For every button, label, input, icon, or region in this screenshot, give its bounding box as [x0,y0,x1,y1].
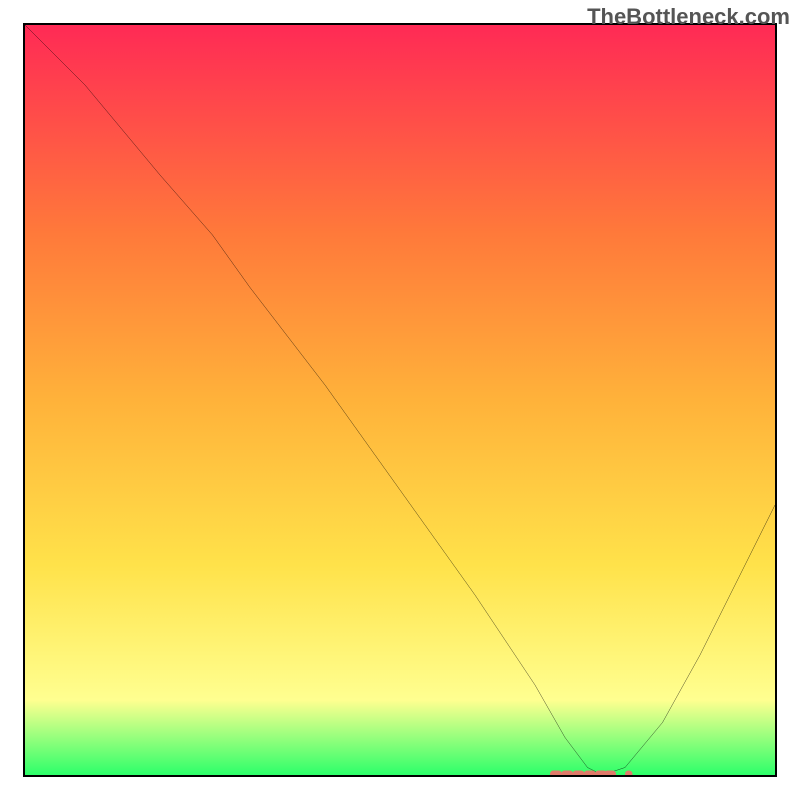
watermark-text: TheBottleneck.com [587,4,790,30]
minimum-marker-group [550,771,633,776]
chart-curve [25,25,775,775]
chart-plot-area [23,23,777,777]
